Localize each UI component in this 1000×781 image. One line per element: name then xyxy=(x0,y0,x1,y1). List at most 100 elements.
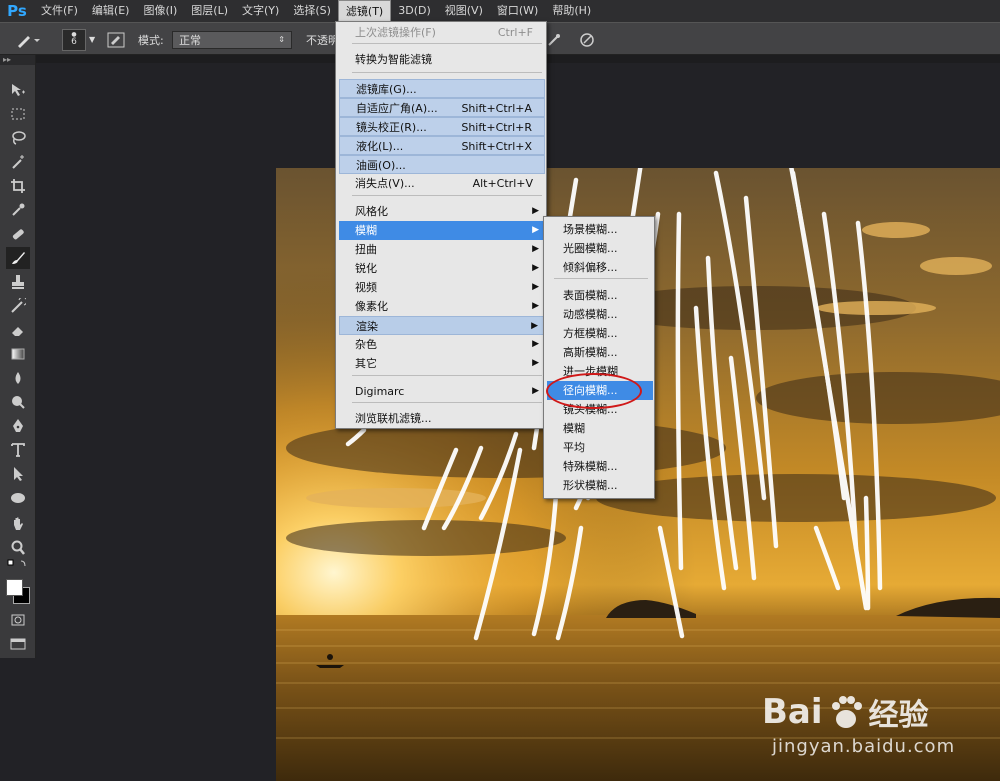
blur-submenu-item[interactable]: 模糊 xyxy=(547,419,653,438)
menu-item-shortcut: Shift+Ctrl+R xyxy=(461,121,532,134)
filter-menu-item[interactable]: 模糊 ▶ xyxy=(339,221,545,240)
menu-item[interactable]: 3D(D) xyxy=(391,0,438,22)
menu-item[interactable]: 编辑(E) xyxy=(85,0,137,22)
filter-menu-item[interactable]: 渲染 ▶ xyxy=(339,316,545,335)
panel-collapse-icon[interactable]: ▸▸ xyxy=(0,55,35,65)
move-tool-icon[interactable] xyxy=(6,79,30,101)
pressure-size-icon[interactable] xyxy=(578,23,596,56)
filter-menu-item[interactable]: 转换为智能滤镜 xyxy=(339,50,545,69)
menu-separator xyxy=(352,43,542,44)
eyedropper-tool-icon[interactable] xyxy=(6,199,30,221)
menu-separator xyxy=(352,402,542,403)
filter-menu-item[interactable]: 油画(O)... xyxy=(339,155,545,174)
clone-stamp-tool-icon[interactable] xyxy=(6,271,30,293)
history-brush-tool-icon[interactable] xyxy=(6,295,30,317)
filter-menu-item[interactable]: 杂色 ▶ xyxy=(339,335,545,354)
filter-menu-item[interactable]: 锐化 ▶ xyxy=(339,259,545,278)
menu-item[interactable]: 窗口(W) xyxy=(490,0,545,22)
filter-menu-item[interactable]: 镜头校正(R)... Shift+Ctrl+R xyxy=(339,117,545,136)
brush-tool-icon[interactable] xyxy=(6,247,30,269)
menu-item-label: 油画(O)... xyxy=(356,159,406,172)
blur-submenu-item[interactable]: 特殊模糊... xyxy=(547,457,653,476)
filter-menu-item[interactable]: 消失点(V)... Alt+Ctrl+V xyxy=(339,174,545,193)
mode-select[interactable]: 正常 ⇕ xyxy=(172,23,292,56)
pen-tool-icon[interactable] xyxy=(6,415,30,437)
mode-label: 模式: xyxy=(138,33,164,47)
menu-item-label: 视频 xyxy=(355,281,377,294)
submenu-arrow-icon: ▶ xyxy=(531,321,538,331)
blur-submenu-item[interactable]: 径向模糊... xyxy=(547,381,653,400)
marquee-tool-icon[interactable] xyxy=(6,103,30,125)
menu-item-label: 杂色 xyxy=(355,338,377,351)
healing-brush-tool-icon[interactable] xyxy=(6,223,30,245)
brush-size-picker[interactable]: ● 6 ▼ xyxy=(62,23,95,56)
blur-submenu-item[interactable]: 进一步模糊 xyxy=(547,362,653,381)
blur-submenu-item[interactable]: 形状模糊... xyxy=(547,476,653,495)
blur-submenu-item[interactable]: 光圈模糊... xyxy=(547,239,653,258)
filter-menu-item[interactable]: Digimarc ▶ xyxy=(339,382,545,401)
type-tool-icon[interactable] xyxy=(6,439,30,461)
menu-item[interactable]: 帮助(H) xyxy=(545,0,598,22)
brush-panel-toggle-icon[interactable] xyxy=(106,23,126,56)
filter-menu-item[interactable]: 风格化 ▶ xyxy=(339,202,545,221)
blur-submenu-item[interactable]: 方框模糊... xyxy=(547,324,653,343)
filter-menu-item[interactable]: 自适应广角(A)... Shift+Ctrl+A xyxy=(339,98,545,117)
blur-submenu-item[interactable]: 场景模糊... xyxy=(547,220,653,239)
menu-item[interactable]: 文件(F) xyxy=(34,0,85,22)
brush-preset-icon[interactable] xyxy=(14,23,42,56)
filter-menu-item[interactable]: 滤镜库(G)... xyxy=(339,79,545,98)
blur-submenu-item[interactable]: 倾斜偏移... xyxy=(547,258,653,277)
blur-submenu-item[interactable]: 镜头模糊... xyxy=(547,400,653,419)
menu-item-label: 上次滤镜操作(F) xyxy=(355,26,436,39)
menu-item[interactable]: 视图(V) xyxy=(438,0,490,22)
filter-menu-item[interactable]: 浏览联机滤镜... xyxy=(339,409,545,428)
filter-menu-item[interactable]: 上次滤镜操作(F) Ctrl+F xyxy=(339,23,545,42)
filter-menu-item[interactable]: 像素化 ▶ xyxy=(339,297,545,316)
airbrush-icon[interactable] xyxy=(546,23,562,56)
color-swatches[interactable] xyxy=(6,573,30,607)
path-selection-tool-icon[interactable] xyxy=(6,463,30,485)
zoom-tool-icon[interactable] xyxy=(6,537,30,559)
swap-colors-icon[interactable] xyxy=(6,557,30,571)
blur-submenu-item[interactable]: 高斯模糊... xyxy=(547,343,653,362)
filter-menu-item[interactable]: 视频 ▶ xyxy=(339,278,545,297)
menu-item-label: 风格化 xyxy=(355,205,388,218)
submenu-arrow-icon: ▶ xyxy=(532,301,539,311)
quick-mask-icon[interactable] xyxy=(6,609,30,631)
menu-separator xyxy=(352,375,542,376)
foreground-color-swatch[interactable] xyxy=(6,579,23,596)
filter-menu-item[interactable]: 液化(L)... Shift+Ctrl+X xyxy=(339,136,545,155)
eraser-tool-icon[interactable] xyxy=(6,319,30,341)
menu-item-label: 消失点(V)... xyxy=(355,177,415,190)
gradient-tool-icon[interactable] xyxy=(6,343,30,365)
menu-item[interactable]: 图像(I) xyxy=(136,0,184,22)
blur-submenu-item[interactable]: 表面模糊... xyxy=(547,286,653,305)
dodge-tool-icon[interactable] xyxy=(6,391,30,413)
screen-mode-icon[interactable] xyxy=(6,633,30,655)
filter-menu-item[interactable]: 其它 ▶ xyxy=(339,354,545,373)
menu-item-shortcut: Ctrl+F xyxy=(497,26,533,39)
menu-separator xyxy=(352,72,542,73)
chevron-down-icon[interactable]: ▼ xyxy=(89,35,95,44)
menu-item-label: 模糊 xyxy=(355,224,377,237)
submenu-arrow-icon: ▶ xyxy=(532,282,539,292)
filter-menu-item[interactable]: 扭曲 ▶ xyxy=(339,240,545,259)
ellipse-tool-icon[interactable] xyxy=(6,487,30,509)
menu-bar: Ps 文件(F) 编辑(E) 图像(I) 图层(L) 文字(Y) 选择(S) 滤镜(T) 3D… xyxy=(0,0,1000,22)
submenu-arrow-icon: ▶ xyxy=(532,339,539,349)
crop-tool-icon[interactable] xyxy=(6,175,30,197)
menu-item-label: 渲染 xyxy=(356,320,378,333)
blur-submenu-item[interactable]: 平均 xyxy=(547,438,653,457)
magic-wand-tool-icon[interactable] xyxy=(6,151,30,173)
tools-panel: ▸▸ xyxy=(0,55,36,658)
submenu-arrow-icon: ▶ xyxy=(532,225,539,235)
menu-item[interactable]: 滤镜(T) xyxy=(337,0,392,22)
hand-tool-icon[interactable] xyxy=(6,513,30,535)
blur-tool-icon[interactable] xyxy=(6,367,30,389)
menu-item[interactable]: 文字(Y) xyxy=(235,0,286,22)
lasso-tool-icon[interactable] xyxy=(6,127,30,149)
menu-item[interactable]: 图层(L) xyxy=(184,0,235,22)
blur-submenu-item[interactable]: 动感模糊... xyxy=(547,305,653,324)
menu-item-shortcut: Shift+Ctrl+A xyxy=(461,102,532,115)
menu-item[interactable]: 选择(S) xyxy=(286,0,338,22)
